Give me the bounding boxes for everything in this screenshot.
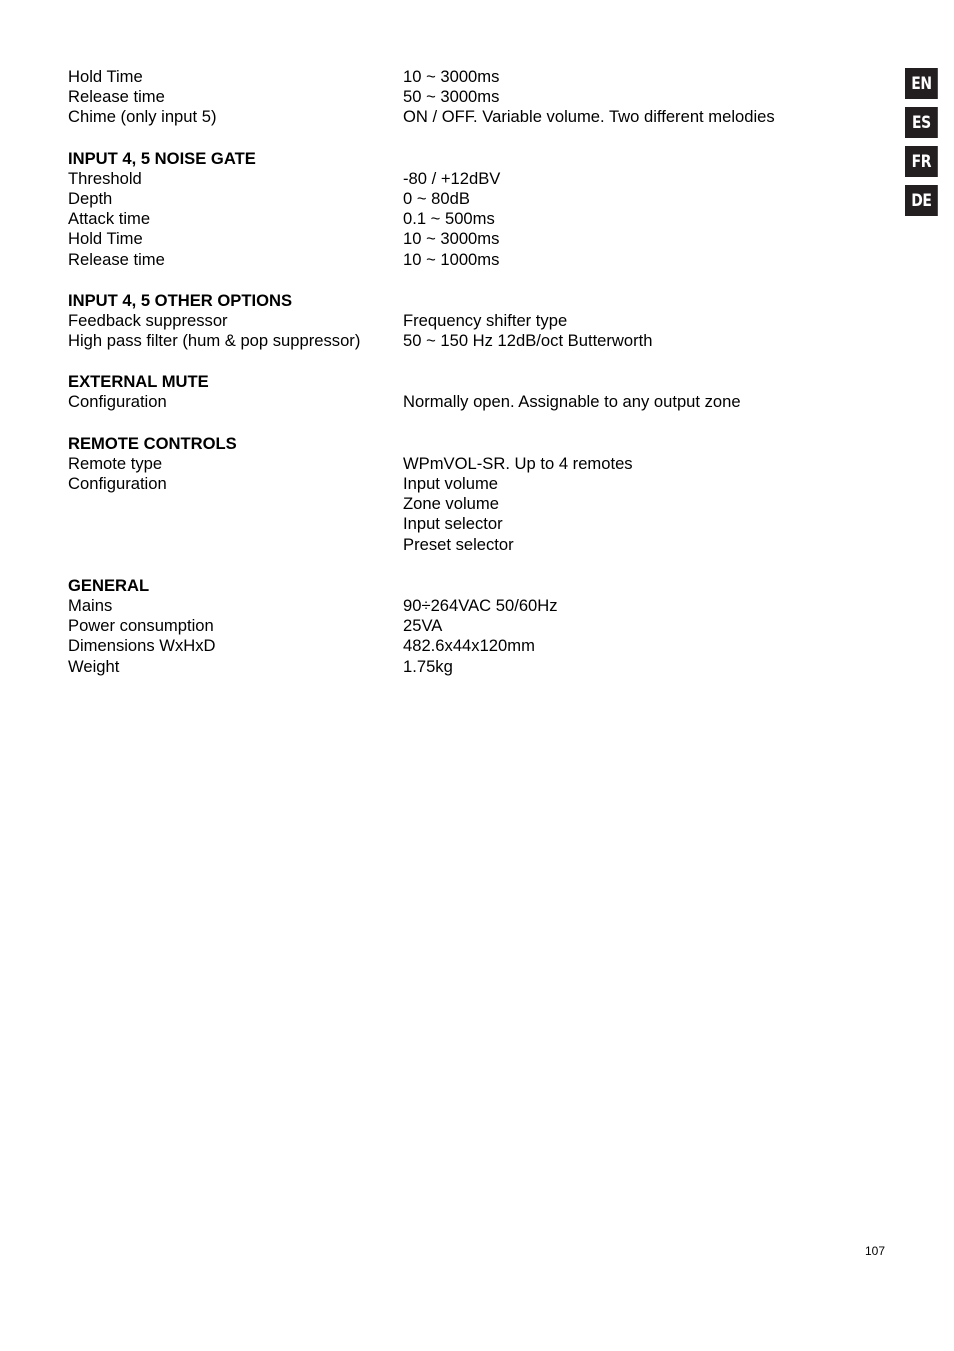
spec-value: ON / OFF. Variable volume. Two different… xyxy=(403,107,775,127)
spec-row: Depth 0 ~ 80dB xyxy=(68,189,848,209)
spec-value: 482.6x44x120mm xyxy=(403,636,535,656)
spec-label: Depth xyxy=(68,188,113,208)
spec-row: Power consumption 25VA xyxy=(68,616,848,636)
language-tab-de[interactable]: DE xyxy=(905,185,938,216)
spec-value: Frequency shifter type xyxy=(403,310,568,330)
spec-value: Preset selector xyxy=(403,534,514,554)
spec-row: Preset selector xyxy=(68,535,848,555)
spec-section-noise-gate: INPUT 4, 5 NOISE GATE Threshold -80 / +1… xyxy=(68,149,848,270)
spec-label: Configuration xyxy=(68,392,167,412)
spec-value: 10 ~ 1000ms xyxy=(403,249,500,269)
section-heading: EXTERNAL MUTE xyxy=(68,372,209,392)
language-tab-en[interactable]: EN xyxy=(905,68,938,99)
spec-value: 25VA xyxy=(403,616,443,636)
spec-row: Remote type WPmVOL-SR. Up to 4 remotes xyxy=(68,454,848,474)
spec-value: 90÷264VAC 50/60Hz xyxy=(403,595,558,615)
spec-label: Release time xyxy=(68,249,165,269)
spec-row: Mains 90÷264VAC 50/60Hz xyxy=(68,596,848,616)
spec-row: Weight 1.75kg xyxy=(68,657,848,677)
spec-value: 0.1 ~ 500ms xyxy=(403,209,495,229)
section-heading: REMOTE CONTROLS xyxy=(68,433,237,453)
spec-row: Release time 10 ~ 1000ms xyxy=(68,250,848,270)
spec-row: Dimensions WxHxD 482.6x44x120mm xyxy=(68,636,848,656)
spec-row: Configuration Input volume xyxy=(68,474,848,494)
spec-label: Remote type xyxy=(68,453,163,473)
spec-value: 10 ~ 3000ms xyxy=(403,229,500,249)
spec-label: Weight xyxy=(68,656,120,676)
spec-label: Hold Time xyxy=(68,229,143,249)
spec-section-external-mute: EXTERNAL MUTE Configuration Normally ope… xyxy=(68,372,848,412)
spec-value: 10 ~ 3000ms xyxy=(403,67,500,86)
language-tabs: EN ES FR DE xyxy=(905,68,938,224)
spec-section-remote-controls: REMOTE CONTROLS Remote type WPmVOL-SR. U… xyxy=(68,434,848,555)
section-heading: GENERAL xyxy=(68,575,150,595)
spec-label: Release time xyxy=(68,87,165,107)
spec-row: Hold Time 10 ~ 3000ms xyxy=(68,229,848,249)
spec-row: High pass filter (hum & pop suppressor) … xyxy=(68,331,848,351)
spec-value: Input volume xyxy=(403,474,499,493)
spec-label: Power consumption xyxy=(68,616,214,636)
spec-value: 0 ~ 80dB xyxy=(403,188,470,208)
spec-row: Attack time 0.1 ~ 500ms xyxy=(68,209,848,229)
spec-section-other-options: INPUT 4, 5 OTHER OPTIONS Feedback suppre… xyxy=(68,291,848,352)
language-tab-es[interactable]: ES xyxy=(905,107,938,138)
spec-label: Mains xyxy=(68,595,113,615)
spec-section-chime: Hold Time 10 ~ 3000ms Release time 50 ~ … xyxy=(68,67,848,128)
spec-label: Hold Time xyxy=(68,67,143,86)
spec-value: 50 ~ 150 Hz 12dB/oct Butterworth xyxy=(403,331,653,351)
spec-row: Configuration Normally open. Assignable … xyxy=(68,392,848,412)
spec-section-general: GENERAL Mains 90÷264VAC 50/60Hz Power co… xyxy=(68,576,848,677)
spec-value: -80 / +12dBV xyxy=(403,168,501,188)
spec-value: 50 ~ 3000ms xyxy=(403,87,500,107)
spec-value: Normally open. Assignable to any output … xyxy=(403,392,741,412)
spec-label: Dimensions WxHxD xyxy=(68,636,216,656)
spec-row: Input selector xyxy=(68,514,848,534)
page-number: 107 xyxy=(865,1244,886,1258)
spec-label: Threshold xyxy=(68,168,142,188)
spec-row: Hold Time 10 ~ 3000ms xyxy=(68,67,848,87)
spec-label: Attack time xyxy=(68,209,151,229)
spec-label: Configuration xyxy=(68,474,167,493)
spec-row: Release time 50 ~ 3000ms xyxy=(68,87,848,107)
spec-row: Threshold -80 / +12dBV xyxy=(68,169,848,189)
spec-row: Chime (only input 5) ON / OFF. Variable … xyxy=(68,107,848,127)
spec-value: 1.75kg xyxy=(403,656,453,676)
spec-value: Zone volume xyxy=(403,494,499,514)
spec-row: Feedback suppressor Frequency shifter ty… xyxy=(68,311,848,331)
spec-label: Feedback suppressor xyxy=(68,310,228,330)
spec-value: Input selector xyxy=(403,514,503,534)
spec-value: WPmVOL-SR. Up to 4 remotes xyxy=(403,453,633,473)
section-heading: INPUT 4, 5 OTHER OPTIONS xyxy=(68,290,293,310)
language-tab-fr[interactable]: FR xyxy=(905,146,938,177)
spec-label: High pass filter (hum & pop suppressor) xyxy=(68,331,361,351)
spec-row: Zone volume xyxy=(68,494,848,514)
spec-label: Chime (only input 5) xyxy=(68,107,217,127)
spec-content: Hold Time 10 ~ 3000ms Release time 50 ~ … xyxy=(68,67,848,677)
section-heading: INPUT 4, 5 NOISE GATE xyxy=(68,148,256,168)
